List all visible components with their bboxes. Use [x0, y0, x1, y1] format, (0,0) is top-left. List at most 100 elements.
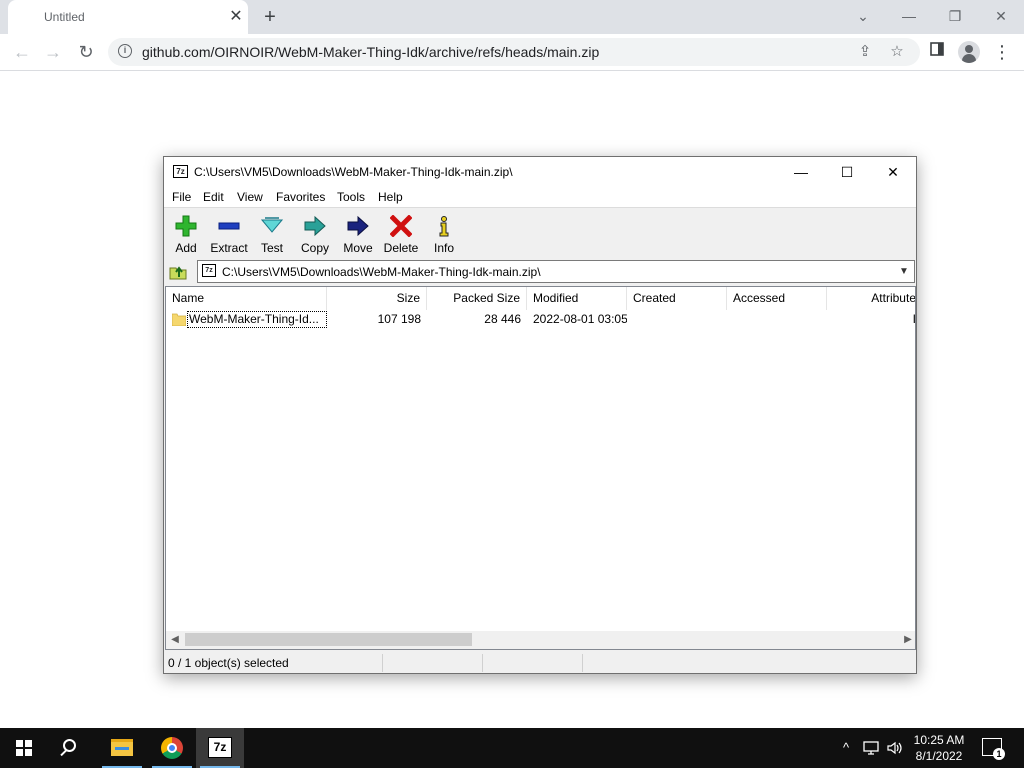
address-bar[interactable]: i github.com/OIRNOIR/WebM-Maker-Thing-Id… [108, 38, 920, 66]
back-button[interactable]: ← [9, 40, 35, 64]
row-accessed [733, 310, 827, 329]
menu-favorites[interactable]: Favorites [276, 190, 325, 204]
7zip-status-bar: 0 / 1 object(s) selected [164, 652, 916, 673]
tab-search-icon[interactable]: ⌄ [850, 4, 876, 28]
browser-restore-button[interactable]: ❐ [942, 4, 968, 28]
7zip-maximize-button[interactable]: ☐ [824, 157, 870, 187]
clock-time: 10:25 AM [913, 733, 965, 747]
7zip-minimize-button[interactable]: — [778, 157, 824, 187]
info-label: Info [433, 241, 454, 255]
7zip-titlebar[interactable]: 7z C:\Users\VM5\Downloads\WebM-Maker-Thi… [164, 157, 916, 187]
delete-button[interactable]: Delete [379, 212, 423, 256]
browser-minimize-button[interactable]: — [896, 4, 922, 28]
row-modified: 2022-08-01 03:05 [533, 312, 627, 326]
kebab-menu-icon[interactable]: ⋮ [990, 40, 1014, 64]
side-panel-icon[interactable] [925, 40, 949, 64]
menu-view[interactable]: View [237, 190, 263, 204]
row-packed-size: 28 446 [484, 312, 521, 326]
new-tab-button[interactable]: + [258, 5, 282, 29]
test-button[interactable]: Test [250, 212, 294, 256]
chrome-icon [161, 737, 183, 759]
move-button[interactable]: Move [336, 212, 380, 256]
row-created [633, 310, 727, 329]
column-header-attributes[interactable]: Attribute [827, 287, 915, 310]
column-header-packed-size[interactable]: Packed Size [427, 287, 527, 310]
move-label: Move [343, 241, 373, 255]
folder-up-button[interactable] [169, 262, 189, 282]
row-name[interactable]: WebM-Maker-Thing-Id... [187, 311, 327, 328]
7zip-window: 7z C:\Users\VM5\Downloads\WebM-Maker-Thi… [163, 156, 917, 674]
taskbar-search-button[interactable] [48, 728, 96, 768]
bookmark-star-icon[interactable]: ☆ [886, 42, 908, 62]
copy-label: Copy [300, 241, 329, 255]
taskbar: 7z ^ 10:25 AM 8/1/2022 1 [0, 728, 1024, 768]
profile-avatar-icon[interactable] [958, 41, 980, 63]
network-icon[interactable] [860, 728, 882, 768]
column-header-accessed[interactable]: Accessed [727, 287, 827, 310]
7zip-path-text[interactable]: C:\Users\VM5\Downloads\WebM-Maker-Thing-… [222, 265, 541, 279]
extract-button[interactable]: Extract [207, 212, 251, 256]
7zip-close-button[interactable]: ✕ [870, 157, 916, 187]
chevron-down-icon[interactable]: ▼ [896, 262, 912, 281]
status-cell-2 [383, 654, 483, 672]
folder-icon [172, 313, 186, 326]
menu-edit[interactable]: Edit [203, 190, 224, 204]
7zip-toolbar: Add Extract Test Copy Move Delete Info [164, 208, 916, 258]
taskbar-7zip[interactable]: 7z [196, 728, 244, 768]
table-row[interactable]: WebM-Maker-Thing-Id... 107 198 28 446 20… [166, 310, 915, 329]
forward-button[interactable]: → [40, 40, 66, 64]
tray-overflow-chevron-icon[interactable]: ^ [836, 728, 856, 768]
add-icon [175, 215, 197, 237]
extract-label: Extract [210, 241, 248, 255]
notification-count-badge: 1 [993, 748, 1005, 760]
folder-up-icon [169, 266, 187, 280]
status-selection: 0 / 1 object(s) selected [166, 654, 383, 672]
test-label: Test [260, 241, 283, 255]
search-icon [63, 739, 76, 752]
extract-icon [218, 222, 240, 230]
horizontal-scrollbar[interactable]: ◀ ▶ [166, 631, 915, 649]
add-label: Add [175, 241, 197, 255]
7zip-app-icon: 7z [173, 165, 188, 178]
column-header-created[interactable]: Created [627, 287, 727, 310]
menu-help[interactable]: Help [378, 190, 403, 204]
browser-close-button[interactable]: ✕ [988, 4, 1014, 28]
menu-file[interactable]: File [172, 190, 191, 204]
7zip-address-bar: 7z C:\Users\VM5\Downloads\WebM-Maker-Thi… [164, 258, 916, 286]
info-button[interactable]: Info [422, 212, 466, 256]
archive-icon: 7z [202, 264, 216, 277]
site-info-icon[interactable]: i [118, 44, 132, 58]
column-header-size[interactable]: Size [327, 287, 427, 310]
status-cell-3 [483, 654, 583, 672]
reload-button[interactable]: ↻ [73, 40, 99, 64]
column-header-modified[interactable]: Modified [527, 287, 627, 310]
7zip-window-title: C:\Users\VM5\Downloads\WebM-Maker-Thing-… [194, 165, 513, 179]
7zip-path-field[interactable]: 7z C:\Users\VM5\Downloads\WebM-Maker-Thi… [197, 260, 915, 283]
volume-icon[interactable] [884, 728, 906, 768]
copy-button[interactable]: Copy [293, 212, 337, 256]
share-icon[interactable]: ⇪ [854, 42, 876, 62]
menu-tools[interactable]: Tools [337, 190, 365, 204]
taskbar-file-explorer[interactable] [98, 728, 146, 768]
scrollbar-thumb[interactable] [185, 633, 472, 646]
7zip-icon: 7z [208, 737, 232, 758]
system-clock[interactable]: 10:25 AM 8/1/2022 [906, 732, 972, 764]
scroll-left-icon[interactable]: ◀ [168, 631, 182, 649]
status-cell-4 [583, 654, 914, 672]
column-header-name[interactable]: Name [166, 287, 327, 310]
file-explorer-icon [111, 739, 133, 756]
start-button[interactable] [0, 728, 48, 768]
browser-tab[interactable]: Untitled ✕ [8, 0, 248, 34]
test-icon [261, 217, 283, 233]
delete-label: Delete [383, 241, 419, 255]
add-button[interactable]: Add [164, 212, 208, 256]
browser-tabstrip: Untitled ✕ + ⌄ — ❐ ✕ [0, 0, 1024, 34]
tab-close-icon[interactable]: ✕ [226, 7, 246, 27]
taskbar-chrome[interactable] [148, 728, 196, 768]
file-list[interactable]: Name Size Packed Size Modified Created A… [165, 286, 916, 650]
scroll-right-icon[interactable]: ▶ [901, 631, 915, 649]
url-text[interactable]: github.com/OIRNOIR/WebM-Maker-Thing-Idk/… [142, 44, 599, 60]
tab-title: Untitled [44, 10, 85, 24]
row-size: 107 198 [377, 312, 421, 326]
info-icon [439, 216, 449, 237]
